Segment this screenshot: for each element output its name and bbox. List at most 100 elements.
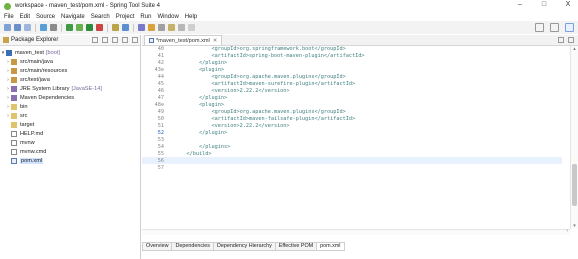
close-tab-icon[interactable]: ✕ <box>213 38 218 44</box>
code-line[interactable]: <plugin> <box>174 102 224 108</box>
tree-item-help-md[interactable]: HELP.md <box>0 129 140 138</box>
forward-icon[interactable] <box>188 24 195 31</box>
tree-item-pom-xml[interactable]: pom.xml <box>0 156 140 165</box>
current-line-highlight <box>142 157 562 164</box>
open-perspective-icon[interactable] <box>550 23 559 32</box>
code-line[interactable]: <version>2.22.2</version> <box>174 88 289 94</box>
code-line[interactable]: <groupId>org.apache.maven.plugins</group… <box>174 74 345 80</box>
menu-run[interactable]: Run <box>140 14 151 20</box>
minimize-view-icon[interactable] <box>122 37 128 43</box>
tree-item-src[interactable]: › src <box>0 111 140 120</box>
tree-item-target[interactable]: target <box>0 120 140 129</box>
library-icon <box>11 94 17 101</box>
editor-tab-pom-xml[interactable]: *maven_test/pom.xml ✕ <box>144 35 223 45</box>
collapse-all-icon[interactable] <box>92 37 98 43</box>
code-line[interactable]: </build> <box>174 151 211 157</box>
package-explorer-title[interactable]: Package Explorer <box>11 37 58 43</box>
tab-effective-pom[interactable]: Effective POM <box>274 241 317 251</box>
menu-window[interactable]: Window <box>157 14 178 20</box>
code-line[interactable]: <groupId>org.apache.maven.plugins</group… <box>174 109 345 115</box>
toolbar-separator <box>133 23 134 32</box>
line-number: 47 <box>157 95 164 101</box>
menu-help[interactable]: Help <box>185 14 197 20</box>
maximize-editor-icon[interactable] <box>568 37 574 43</box>
new-icon[interactable] <box>4 24 11 31</box>
package-explorer-icon <box>3 37 9 43</box>
code-area[interactable]: 40 <groupId>org.springframework.boot</gr… <box>142 46 578 229</box>
project-icon <box>6 49 12 56</box>
open-type-icon[interactable] <box>138 24 145 31</box>
scroll-right-icon[interactable]: › <box>566 228 568 234</box>
minimize-editor-icon[interactable] <box>558 37 564 43</box>
tab-pom-xml[interactable]: pom.xml <box>316 241 345 251</box>
line-number: 52 <box>157 130 164 136</box>
link-with-editor-icon[interactable] <box>102 37 108 43</box>
terminal-icon[interactable] <box>40 24 47 31</box>
run-icon[interactable] <box>86 24 93 31</box>
tree-item-maven-dependencies[interactable]: › Maven Dependencies <box>0 93 140 102</box>
stop-icon[interactable] <box>96 24 103 31</box>
view-menu-icon[interactable] <box>112 37 118 43</box>
code-line[interactable]: <plugin> <box>174 67 224 73</box>
tab-dependencies[interactable]: Dependencies <box>171 241 213 251</box>
tree-item-mvnw-cmd[interactable]: mvnw.cmd <box>0 147 140 156</box>
search-icon[interactable] <box>148 24 155 31</box>
tree-item-maven-test[interactable]: ▾ maven_test [boot] <box>0 48 140 57</box>
horizontal-scrollbar[interactable]: › <box>142 228 570 235</box>
menu-file[interactable]: File <box>4 14 14 20</box>
back-icon[interactable] <box>178 24 185 31</box>
code-line[interactable]: </plugin> <box>174 95 227 101</box>
code-line[interactable]: </plugins> <box>174 144 230 150</box>
code-line[interactable]: </plugin> <box>174 130 227 136</box>
maximize-button[interactable]: □ <box>538 1 550 8</box>
code-line[interactable]: <artifactId>maven-failsafe-plugin</artif… <box>174 116 355 122</box>
tree-item-jre-system-library[interactable]: › JRE System Library [JavaSE-14] <box>0 84 140 93</box>
package-explorer-header: Package Explorer <box>0 35 140 46</box>
minimize-button[interactable]: – <box>514 1 526 8</box>
menu-search[interactable]: Search <box>91 14 110 20</box>
code-line[interactable]: </plugin> <box>174 60 227 66</box>
debug-icon[interactable] <box>76 24 83 31</box>
annotation-icon[interactable] <box>158 24 165 31</box>
new-class-icon[interactable] <box>122 24 129 31</box>
tree-item-label: src/main/java <box>20 58 53 65</box>
line-number: 43⊖ <box>154 67 164 73</box>
tree-item-src-main-java[interactable]: › src/main/java <box>0 57 140 66</box>
tree-item-label: bin <box>20 103 28 110</box>
line-number: 50 <box>157 116 164 122</box>
file-icon <box>11 139 17 146</box>
tab-dependency-hierarchy[interactable]: Dependency Hierarchy <box>212 241 275 251</box>
scroll-up-icon[interactable]: ▴ <box>571 46 578 52</box>
line-number: 56 <box>157 158 164 164</box>
file-icon <box>11 130 17 137</box>
tree-item-src-main-resources[interactable]: › src/main/resources <box>0 66 140 75</box>
scrollbar-thumb[interactable] <box>572 164 577 206</box>
scroll-down-icon[interactable]: ▾ <box>571 223 578 229</box>
menu-navigate[interactable]: Navigate <box>61 14 85 20</box>
line-number: 54 <box>157 144 164 150</box>
save-all-icon[interactable] <box>24 24 31 31</box>
tree-item-mvnw[interactable]: mvnw <box>0 138 140 147</box>
boot-dashboard-icon[interactable] <box>66 24 73 31</box>
close-button[interactable]: X <box>562 1 574 8</box>
vertical-scrollbar[interactable]: ▴ ▾ <box>570 46 578 229</box>
tab-overview[interactable]: Overview <box>142 241 172 251</box>
toolbar-separator <box>61 23 62 32</box>
skip-breakpoints-icon[interactable] <box>50 24 57 31</box>
code-line[interactable]: <artifactId>spring-boot-maven-plugin</ar… <box>174 53 364 59</box>
tree-item-bin[interactable]: › bin <box>0 102 140 111</box>
menu-project[interactable]: Project <box>116 14 135 20</box>
previous-edit-icon[interactable] <box>168 24 175 31</box>
code-line[interactable]: <groupId>org.springframework.boot</group… <box>174 46 345 52</box>
java-perspective-icon[interactable] <box>565 23 574 32</box>
code-line[interactable]: <version>2.22.2</version> <box>174 123 289 129</box>
new-java-project-icon[interactable] <box>112 24 119 31</box>
menu-source[interactable]: Source <box>36 14 55 20</box>
menu-edit[interactable]: Edit <box>20 14 30 20</box>
maximize-view-icon[interactable] <box>132 37 138 43</box>
xml-file-icon <box>11 157 17 164</box>
tree-item-src-test-java[interactable]: › src/test/java <box>0 75 140 84</box>
save-icon[interactable] <box>14 24 21 31</box>
quick-access-search-icon[interactable] <box>535 23 544 32</box>
code-line[interactable]: <artifactId>maven-surefire-plugin</artif… <box>174 81 355 87</box>
